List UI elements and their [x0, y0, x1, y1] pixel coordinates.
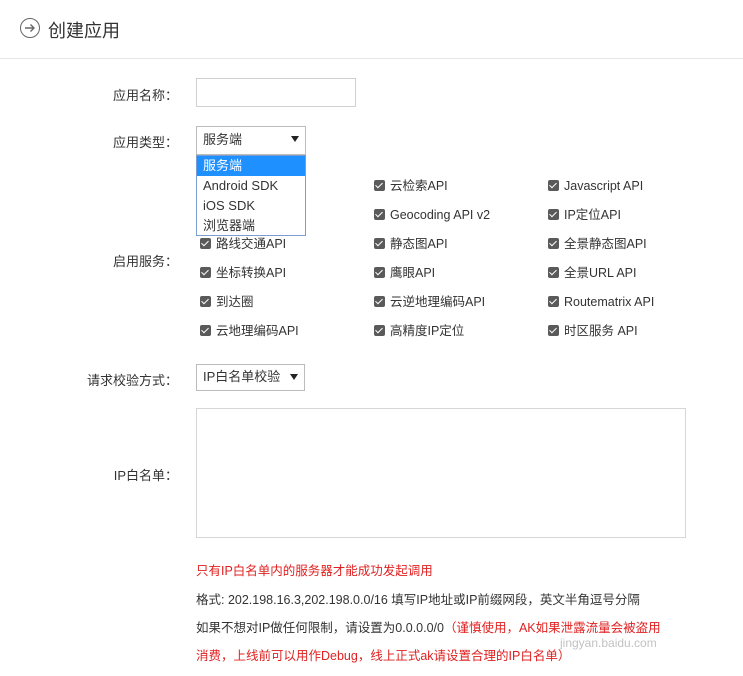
- checkbox-checked-icon[interactable]: [548, 209, 559, 220]
- checkbox-checked-icon[interactable]: [374, 238, 385, 249]
- checkbox-checked-icon[interactable]: [374, 296, 385, 307]
- option-android-sdk[interactable]: Android SDK: [197, 176, 305, 196]
- checkbox-checked-icon[interactable]: [548, 267, 559, 278]
- verify-method-value: IP白名单校验: [203, 369, 281, 384]
- watermark: jingyan.baidu.com: [560, 636, 657, 650]
- option-ios-sdk[interactable]: iOS SDK: [197, 196, 305, 216]
- page-header: 创建应用: [0, 0, 743, 59]
- checkbox-checked-icon[interactable]: [548, 325, 559, 336]
- app-type-dropdown-list[interactable]: 服务端 Android SDK iOS SDK 浏览器端: [196, 155, 306, 236]
- no-restriction-note: 如果不想对IP做任何限制，请设置为0.0.0.0/0（谨慎使用，AK如果泄露流量…: [196, 617, 661, 636]
- option-browser[interactable]: 浏览器端: [197, 216, 305, 236]
- checkbox-checked-icon[interactable]: [200, 325, 211, 336]
- checkbox-checked-icon[interactable]: [374, 325, 385, 336]
- verify-method-select[interactable]: IP白名单校验: [196, 364, 305, 391]
- app-name-label: 应用名称：: [112, 88, 178, 103]
- checkbox-checked-icon[interactable]: [548, 180, 559, 191]
- caution-text: （谨慎使用，AK如果泄露流量会被盗用: [443, 621, 661, 635]
- ip-whitelist-label: IP白名单：: [113, 468, 178, 483]
- option-server[interactable]: 服务端: [197, 156, 305, 176]
- app-type-label: 应用类型：: [112, 135, 178, 150]
- checkbox-checked-icon[interactable]: [200, 296, 211, 307]
- services-label: 启用服务：: [112, 254, 178, 269]
- checkbox-checked-icon[interactable]: [374, 180, 385, 191]
- dropdown-arrow-icon: [291, 136, 299, 142]
- dropdown-arrow-icon: [290, 374, 298, 380]
- format-note: 格式: 202.198.16.3,202.198.0.0/16 填写IP地址或I…: [196, 593, 640, 607]
- arrow-right-circle-icon[interactable]: [20, 18, 40, 38]
- whitelist-note: 只有IP白名单内的服务器才能成功发起调用: [196, 564, 433, 578]
- app-name-input[interactable]: [196, 78, 356, 107]
- verify-method-label: 请求校验方式：: [86, 373, 178, 388]
- checkbox-checked-icon[interactable]: [200, 267, 211, 278]
- debug-note: 消费，上线前可以用作Debug，线上正式ak请设置合理的IP白名单）: [196, 649, 571, 663]
- page-title: 创建应用: [48, 21, 120, 41]
- ip-whitelist-textarea[interactable]: [196, 408, 686, 538]
- app-type-selected-value: 服务端: [203, 132, 243, 147]
- checkbox-checked-icon[interactable]: [374, 209, 385, 220]
- no-restriction-text: 如果不想对IP做任何限制，请设置为0.0.0.0/0: [196, 621, 444, 635]
- checkbox-checked-icon[interactable]: [548, 296, 559, 307]
- checkbox-checked-icon[interactable]: [200, 238, 211, 249]
- checkbox-checked-icon[interactable]: [374, 267, 385, 278]
- checkbox-checked-icon[interactable]: [548, 238, 559, 249]
- app-type-select[interactable]: 服务端: [196, 126, 306, 155]
